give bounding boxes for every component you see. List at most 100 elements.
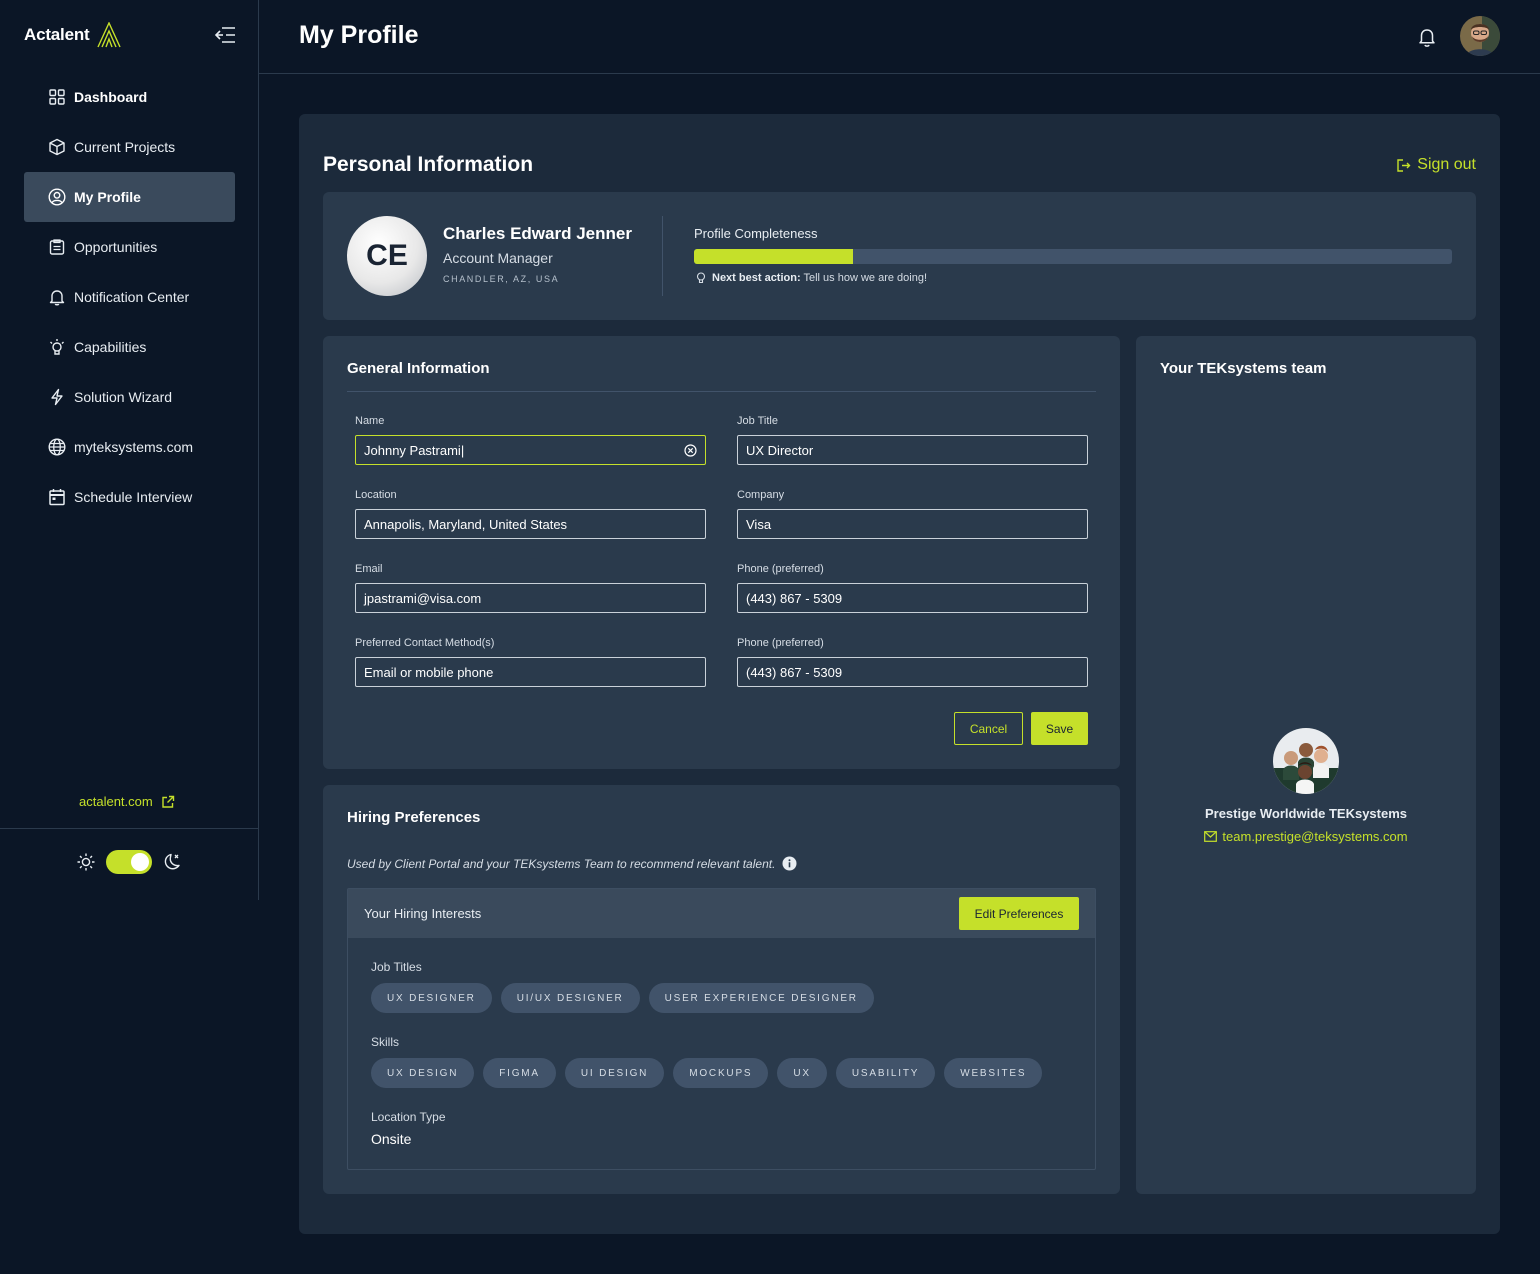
sidebar-item-current-projects[interactable]: Current Projects bbox=[24, 122, 235, 172]
team-email-text: team.prestige@teksystems.com bbox=[1222, 829, 1408, 844]
clipboard-icon bbox=[48, 238, 66, 256]
phone-input[interactable]: (443) 867 - 5309 bbox=[737, 583, 1088, 613]
job-title-field: Job Title UX Director bbox=[737, 415, 1088, 465]
contact-method-value: Email or mobile phone bbox=[364, 664, 494, 680]
skill-chip: MOCKUPS bbox=[673, 1058, 769, 1088]
name-field: Name Johnny Pastrami| bbox=[355, 415, 706, 465]
sidebar-nav: Dashboard Current Projects My Profile Op… bbox=[24, 72, 235, 522]
location-input[interactable]: Annapolis, Maryland, United States bbox=[355, 509, 706, 539]
sidebar-item-label: Schedule Interview bbox=[74, 489, 193, 505]
collapse-sidebar-icon[interactable] bbox=[214, 26, 238, 46]
notifications-bell-icon[interactable] bbox=[1417, 26, 1437, 53]
location-field: Location Annapolis, Maryland, United Sta… bbox=[355, 489, 706, 539]
calendar-icon bbox=[48, 488, 66, 506]
sun-icon bbox=[77, 853, 95, 871]
general-information-title: General Information bbox=[347, 360, 490, 377]
contact-method-label: Preferred Contact Method(s) bbox=[355, 637, 495, 649]
sidebar-item-notification-center[interactable]: Notification Center bbox=[24, 272, 235, 322]
location-type-value: Onsite bbox=[371, 1131, 412, 1147]
globe-icon bbox=[48, 438, 66, 456]
user-avatar[interactable] bbox=[1460, 16, 1500, 56]
skills-chips: UX DESIGN FIGMA UI DESIGN MOCKUPS UX USA… bbox=[371, 1058, 1043, 1088]
bell-icon bbox=[48, 288, 66, 306]
hiring-interests-box: Your Hiring Interests Edit Preferences J… bbox=[347, 888, 1096, 1170]
sidebar-item-label: Opportunities bbox=[74, 239, 158, 255]
sidebar-item-label: Notification Center bbox=[74, 289, 190, 305]
contact-method-input[interactable]: Email or mobile phone bbox=[355, 657, 706, 687]
job-title-chip: UX DESIGNER bbox=[371, 983, 492, 1013]
job-title-chip: USER EXPERIENCE DESIGNER bbox=[648, 983, 874, 1013]
theme-toggle[interactable] bbox=[106, 850, 152, 874]
sidebar-item-dashboard[interactable]: Dashboard bbox=[24, 72, 235, 122]
phone-label: Phone (preferred) bbox=[737, 563, 824, 575]
location-value: Annapolis, Maryland, United States bbox=[364, 516, 568, 532]
phone-input[interactable]: (443) 867 - 5309 bbox=[737, 657, 1088, 687]
skill-chip: FIGMA bbox=[483, 1058, 556, 1088]
hiring-preferences-panel: Hiring Preferences Used by Client Portal… bbox=[323, 785, 1120, 1194]
skill-chip: UX DESIGN bbox=[371, 1058, 475, 1088]
page-title: My Profile bbox=[299, 21, 419, 49]
sidebar-item-label: Dashboard bbox=[74, 89, 148, 105]
toggle-knob bbox=[131, 853, 149, 871]
actalent-mark-icon bbox=[97, 22, 122, 48]
sign-out-button[interactable]: Sign out bbox=[1396, 156, 1476, 174]
sign-out-label: Sign out bbox=[1417, 156, 1476, 173]
hiring-description: Used by Client Portal and your TEKsystem… bbox=[347, 856, 797, 871]
actalent-external-link[interactable]: actalent.com bbox=[79, 794, 175, 809]
sign-out-icon bbox=[1397, 158, 1411, 172]
clear-input-icon[interactable] bbox=[684, 443, 697, 457]
sidebar-divider bbox=[0, 828, 259, 829]
profile-name: Charles Edward Jenner bbox=[443, 224, 632, 243]
email-input[interactable]: jpastrami@visa.com bbox=[355, 583, 706, 613]
job-title-value: UX Director bbox=[746, 442, 814, 458]
profile-role: Account Manager bbox=[443, 250, 553, 266]
job-titles-chips: UX DESIGNER UI/UX DESIGNER USER EXPERIEN… bbox=[371, 983, 874, 1013]
hiring-interests-header: Your Hiring Interests Edit Preferences bbox=[348, 889, 1095, 938]
job-title-input[interactable]: UX Director bbox=[737, 435, 1088, 465]
sidebar-item-schedule-interview[interactable]: Schedule Interview bbox=[24, 472, 235, 522]
cancel-button[interactable]: Cancel bbox=[954, 712, 1023, 745]
name-label: Name bbox=[355, 415, 385, 427]
profile-completeness-label: Profile Completeness bbox=[694, 226, 818, 241]
sidebar-item-capabilities[interactable]: Capabilities bbox=[24, 322, 235, 372]
sidebar-item-solution-wizard[interactable]: Solution Wizard bbox=[24, 372, 235, 422]
personal-information-title: Personal Information bbox=[323, 153, 534, 176]
profile-completeness-fill bbox=[694, 249, 854, 264]
next-best-action: Next best action: Tell us how we are doi… bbox=[696, 272, 927, 284]
skill-chip: UX bbox=[777, 1058, 827, 1088]
skill-chip: USABILITY bbox=[835, 1058, 936, 1088]
moon-icon bbox=[164, 853, 180, 870]
name-value: Johnny Pastrami| bbox=[364, 442, 465, 458]
name-input[interactable]: Johnny Pastrami| bbox=[355, 435, 706, 465]
profile-location: CHANDLER, AZ, USA bbox=[443, 274, 560, 284]
skills-label: Skills bbox=[371, 1035, 400, 1049]
main-content: Personal Information Sign out CE Charles… bbox=[299, 114, 1500, 1234]
edit-preferences-button[interactable]: Edit Preferences bbox=[959, 897, 1079, 930]
lightning-icon bbox=[48, 388, 66, 406]
profile-summary-card: CE Charles Edward Jenner Account Manager… bbox=[323, 192, 1476, 320]
save-button[interactable]: Save bbox=[1031, 712, 1088, 745]
sidebar-item-myteksystems[interactable]: myteksystems.com bbox=[24, 422, 235, 472]
sidebar-item-my-profile[interactable]: My Profile bbox=[24, 172, 235, 222]
phone-label: Phone (preferred) bbox=[737, 637, 824, 649]
job-titles-label: Job Titles bbox=[371, 960, 422, 974]
top-header: My Profile bbox=[259, 0, 1540, 74]
brand-name: Actalent bbox=[24, 25, 90, 44]
team-email-link[interactable]: team.prestige@teksystems.com bbox=[1136, 829, 1476, 844]
company-input[interactable]: Visa bbox=[737, 509, 1088, 539]
sidebar-item-opportunities[interactable]: Opportunities bbox=[24, 222, 235, 272]
general-information-panel: General Information Name Johnny Pastrami… bbox=[323, 336, 1120, 769]
skill-chip: UI DESIGN bbox=[564, 1058, 665, 1088]
theme-switcher bbox=[76, 850, 182, 874]
profile-completeness-bar bbox=[694, 249, 1452, 264]
lightbulb-icon bbox=[48, 338, 66, 356]
info-icon[interactable] bbox=[782, 856, 797, 871]
phone-preferred-field-2: Phone (preferred) (443) 867 - 5309 bbox=[737, 637, 1088, 687]
lightbulb-icon bbox=[696, 272, 706, 284]
phone-preferred-field: Phone (preferred) (443) 867 - 5309 bbox=[737, 563, 1088, 613]
hiring-interests-title: Your Hiring Interests bbox=[364, 906, 482, 921]
contact-method-field: Preferred Contact Method(s) Email or mob… bbox=[355, 637, 706, 687]
brand-logo[interactable]: Actalent bbox=[24, 22, 123, 48]
team-photo bbox=[1273, 728, 1339, 794]
company-label: Company bbox=[737, 489, 785, 501]
